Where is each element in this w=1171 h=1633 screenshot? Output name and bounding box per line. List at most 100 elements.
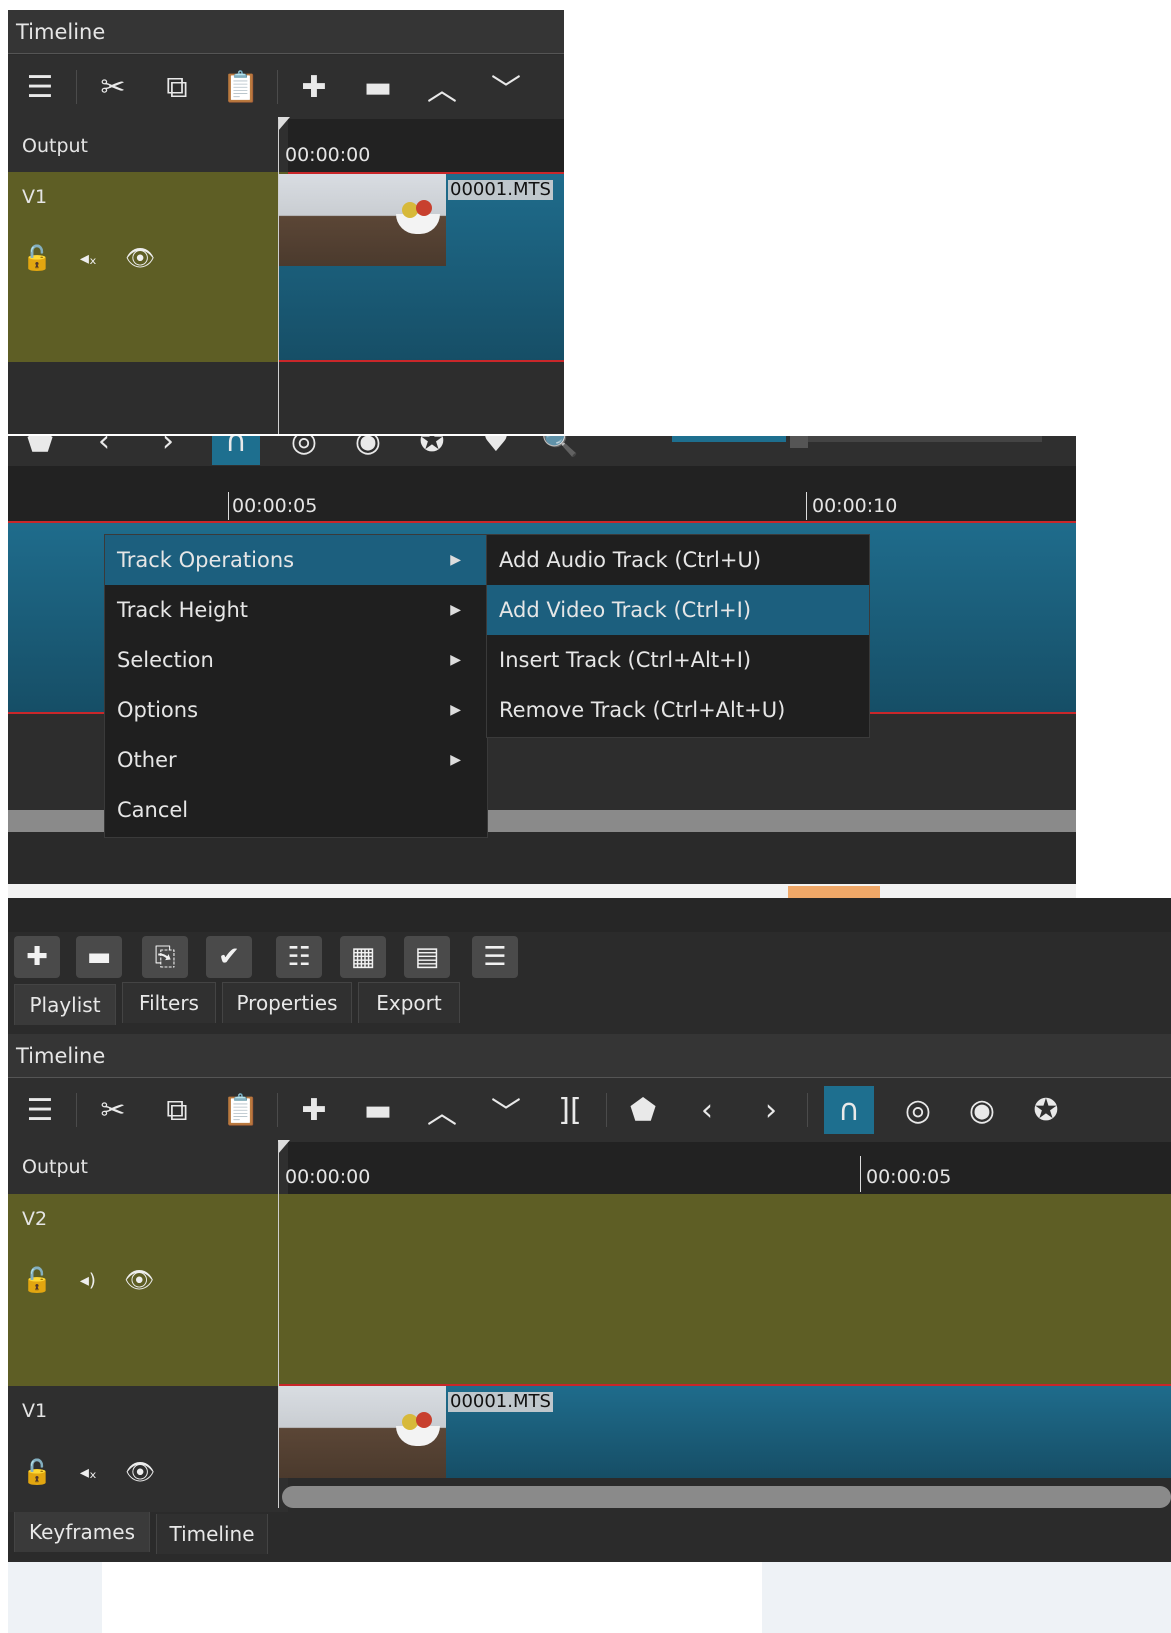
menu-item-cancel[interactable]: Cancel: [105, 785, 487, 835]
eye-icon[interactable]: 👁: [125, 244, 155, 272]
eye-icon[interactable]: 👁: [125, 1458, 155, 1486]
tab-filters[interactable]: Filters: [122, 982, 216, 1023]
context-menu: Track Operations ▶ Track Height ▶ Selectio…: [104, 534, 488, 838]
lock-icon[interactable]: 🔓: [22, 1458, 52, 1486]
playlist-add-button[interactable]: ✚: [14, 936, 60, 978]
playlist-remove-button[interactable]: ▬: [76, 936, 122, 978]
audio-icon[interactable]: ◂): [80, 1270, 96, 1291]
menu-item-options[interactable]: Options ▶: [105, 685, 487, 735]
zoom-slider-handle[interactable]: [790, 436, 808, 448]
track-header-v1[interactable]: V1 🔓 ◂ₓ 👁: [8, 172, 288, 362]
timeline-panel-top: Timeline ☰ ✂ ⧉ 📋 ✚ ▬ ︿ ﹀ Output 00:00:00…: [8, 10, 564, 434]
tab-properties[interactable]: Properties: [222, 982, 352, 1023]
ripple-all-icon[interactable]: ✪: [1026, 1086, 1066, 1134]
timeline-toolbar: ☰ ✂ ⧉ 📋 ✚ ▬ ︿ ﹀: [8, 55, 564, 119]
zoom-slider-track[interactable]: [808, 436, 1042, 442]
tab-keyframes[interactable]: Keyframes: [14, 1512, 150, 1552]
output-header: Output: [8, 1142, 288, 1194]
ripple-markers-icon[interactable]: ♥: [476, 436, 516, 465]
timeline-ruler[interactable]: [8, 466, 1076, 522]
track-name-v1: V1: [22, 186, 48, 208]
panel-title: Timeline: [8, 10, 564, 54]
cut-icon[interactable]: ✂: [93, 1086, 133, 1134]
paste-icon[interactable]: 📋: [221, 63, 261, 111]
prev-icon[interactable]: ‹: [84, 436, 124, 465]
menu-item-selection[interactable]: Selection ▶: [105, 635, 487, 685]
snap-icon[interactable]: ∩: [212, 436, 260, 465]
eye-icon[interactable]: 👁: [124, 1266, 154, 1294]
overwrite-icon[interactable]: ﹀: [486, 1086, 526, 1134]
apple-image: [416, 1412, 432, 1428]
remove-icon[interactable]: ▬: [358, 1086, 398, 1134]
ruler-tick: [806, 492, 807, 520]
next-icon[interactable]: ›: [148, 436, 188, 465]
menu-item-add-video-track[interactable]: Add Video Track (Ctrl+I): [487, 585, 869, 635]
menu-item-track-height[interactable]: Track Height ▶: [105, 585, 487, 635]
menu-item-remove-track[interactable]: Remove Track (Ctrl+Alt+U): [487, 685, 869, 735]
playhead-marker-icon[interactable]: [278, 117, 290, 131]
ripple-icon[interactable]: ◉: [348, 436, 388, 465]
menu-icon[interactable]: ☰: [20, 63, 60, 111]
toolbar-separator: [807, 1093, 808, 1127]
apple-image: [416, 200, 432, 216]
copy-icon[interactable]: ⧉: [157, 63, 197, 111]
lock-icon[interactable]: 🔓: [22, 1266, 52, 1294]
lift-icon[interactable]: ︿: [422, 1086, 462, 1134]
paste-icon[interactable]: 📋: [221, 1086, 261, 1134]
scrub-icon[interactable]: ◎: [284, 436, 324, 465]
overwrite-icon[interactable]: ﹀: [486, 63, 526, 111]
append-icon[interactable]: ✚: [294, 1086, 334, 1134]
playlist-icons-view-button[interactable]: ▤: [404, 936, 450, 978]
playlist-details-view-button[interactable]: ☷: [276, 936, 322, 978]
top-strip: [8, 898, 1171, 932]
cut-icon[interactable]: ✂: [93, 63, 133, 111]
submenu-arrow-icon: ▶: [450, 702, 461, 718]
horizontal-scrollbar[interactable]: [282, 1486, 1171, 1508]
playhead-line: [278, 119, 279, 434]
submenu-arrow-icon: ▶: [450, 602, 461, 618]
panel-title: Timeline: [8, 1034, 1171, 1078]
tab-timeline[interactable]: Timeline: [156, 1514, 268, 1554]
mute-icon[interactable]: ◂ₓ: [80, 1462, 97, 1483]
tab-playlist[interactable]: Playlist: [14, 984, 116, 1025]
lock-icon[interactable]: 🔓: [22, 244, 52, 272]
marker-icon[interactable]: ⬟: [623, 1086, 663, 1134]
zoom-slider-fill[interactable]: [672, 436, 786, 442]
bowl-image: [396, 214, 440, 234]
marker-icon[interactable]: ⬟: [20, 436, 60, 465]
append-icon[interactable]: ✚: [294, 63, 334, 111]
playlist-check-button[interactable]: ✔: [206, 936, 252, 978]
snap-icon[interactable]: ∩: [824, 1086, 874, 1134]
split-icon[interactable]: ][: [550, 1086, 590, 1134]
timeline-ruler[interactable]: [278, 1142, 1171, 1194]
playlist-tiles-view-button[interactable]: ▦: [340, 936, 386, 978]
tab-export[interactable]: Export: [358, 982, 460, 1023]
ruler-tick: [228, 492, 229, 520]
timecode-10s: 00:00:10: [812, 495, 898, 517]
ripple-all-icon[interactable]: ✪: [412, 436, 452, 465]
zoom-icon[interactable]: 🔍: [540, 436, 580, 465]
track-v2[interactable]: V2 🔓 ◂) 👁: [8, 1194, 1171, 1386]
menu-item-track-operations[interactable]: Track Operations ▶: [105, 535, 487, 585]
toolbar-separator: [76, 1093, 77, 1127]
ripple-icon[interactable]: ◉: [962, 1086, 1002, 1134]
toolbar-separator: [606, 1093, 607, 1127]
playlist-update-button[interactable]: ⎘: [142, 936, 188, 978]
remove-icon[interactable]: ▬: [358, 63, 398, 111]
playhead-marker-icon[interactable]: [278, 1140, 290, 1154]
playlist-menu-button[interactable]: ☰: [472, 936, 518, 978]
lift-icon[interactable]: ︿: [422, 63, 462, 111]
menu-item-other[interactable]: Other ▶: [105, 735, 487, 785]
menu-icon[interactable]: ☰: [20, 1086, 60, 1134]
next-icon[interactable]: ›: [751, 1086, 791, 1134]
clip-00001[interactable]: 00001.MTS: [278, 174, 564, 362]
menu-item-insert-track[interactable]: Insert Track (Ctrl+Alt+I): [487, 635, 869, 685]
track-header-v1[interactable]: V1 🔓 ◂ₓ 👁: [8, 1386, 288, 1516]
scrub-icon[interactable]: ◎: [898, 1086, 938, 1134]
track-name-v2: V2: [22, 1208, 48, 1230]
clip-00001[interactable]: 00001.MTS: [278, 1386, 1171, 1478]
copy-icon[interactable]: ⧉: [157, 1086, 197, 1134]
mute-icon[interactable]: ◂ₓ: [80, 248, 97, 269]
prev-icon[interactable]: ‹: [687, 1086, 727, 1134]
menu-item-add-audio-track[interactable]: Add Audio Track (Ctrl+U): [487, 535, 869, 585]
